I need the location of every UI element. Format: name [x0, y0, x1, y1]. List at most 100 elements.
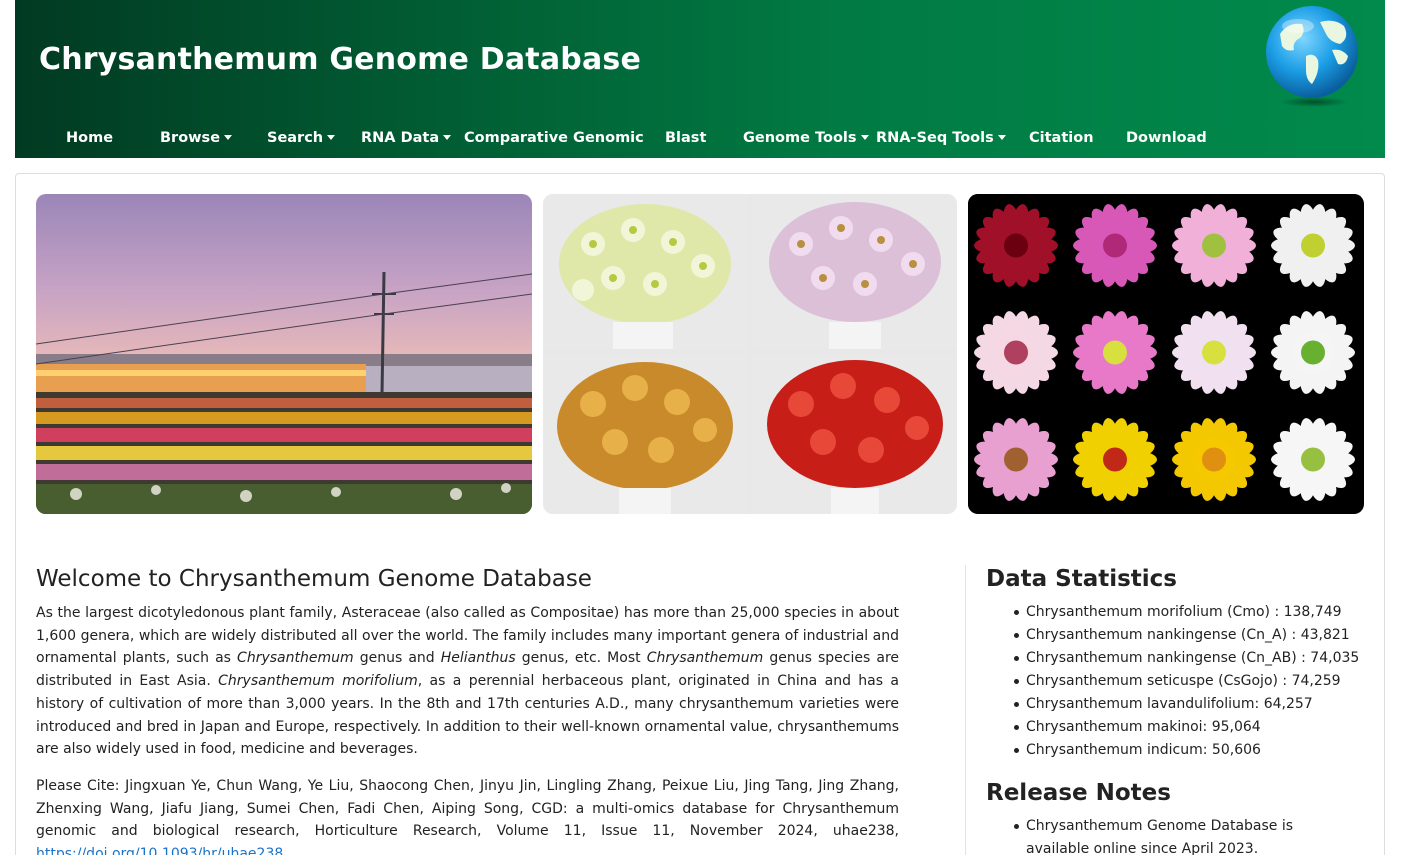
data-statistics-list: Chrysanthemum morifolium (Cmo) : 138,749…	[1012, 601, 1372, 762]
bouquet-graphic	[557, 362, 733, 514]
text-segment-italic: Chrysanthemum	[237, 650, 354, 667]
statistics-item: Chrysanthemum morifolium (Cmo) : 138,749	[1012, 601, 1372, 624]
welcome-paragraph: As the largest dicotyledonous plant fami…	[36, 602, 899, 761]
nav-label: Browse	[160, 130, 221, 146]
nav-browse[interactable]: Browse	[160, 130, 233, 146]
nav-label: Home	[66, 130, 114, 146]
data-statistics-heading: Data Statistics	[986, 566, 1177, 592]
cultivar-photo	[968, 194, 1064, 297]
flower-center	[1004, 340, 1028, 365]
cultivar-photo	[1166, 301, 1262, 404]
flower-bouquets-image	[543, 194, 957, 514]
cultivar-photo	[1265, 194, 1361, 297]
flower-graphic	[1073, 204, 1157, 287]
bouquet-white-yellow	[543, 194, 747, 349]
cultivar-photo	[1067, 194, 1163, 297]
flower-center	[1004, 233, 1028, 258]
flower-graphic	[1271, 418, 1355, 501]
flower-graphic	[974, 418, 1058, 501]
flower-graphic	[1073, 311, 1157, 394]
nav-label: RNA Data	[361, 130, 440, 146]
bouquet-red	[753, 354, 957, 514]
bouquet-graphic	[559, 204, 731, 349]
nav-label: Download	[1126, 130, 1207, 146]
text-segment-italic: Chrysanthemum morifolium	[218, 673, 418, 690]
nav-rna-data[interactable]: RNA Data	[361, 130, 452, 146]
bouquet-graphic	[769, 202, 941, 349]
nav-home[interactable]: Home	[66, 130, 113, 146]
flower-center	[1103, 233, 1127, 258]
statistics-item: Chrysanthemum seticuspe (CsGojo) : 74,25…	[1012, 670, 1372, 693]
release-note-item: Chrysanthemum Genome Database is availab…	[1012, 815, 1352, 855]
bouquet-orange	[543, 354, 747, 514]
flower-graphic	[974, 311, 1058, 394]
nav-label: Blast	[665, 130, 707, 146]
cultivar-photo	[968, 408, 1064, 511]
statistics-item: Chrysanthemum nankingense (Cn_A) : 43,82…	[1012, 624, 1372, 647]
flower-center	[1301, 447, 1325, 472]
cultivar-photo	[1166, 194, 1262, 297]
nav-label: Genome Tools	[743, 130, 857, 146]
flower-graphic	[1172, 311, 1256, 394]
flower-graphic	[1172, 418, 1256, 501]
chrysanthemum-field-image	[36, 194, 532, 514]
flower-graphic	[1271, 311, 1355, 394]
cultivar-photo	[1265, 301, 1361, 404]
cultivar-grid-image	[968, 194, 1364, 514]
nav-rna-seq-tools[interactable]: RNA-Seq Tools	[876, 130, 1006, 146]
bouquet-pink	[753, 194, 957, 349]
cultivar-photo	[1166, 408, 1262, 511]
caret-down-icon	[443, 135, 452, 140]
caret-down-icon	[997, 135, 1006, 140]
cultivar-photo	[1265, 408, 1361, 511]
statistics-item: Chrysanthemum lavandulifolium: 64,257	[1012, 693, 1372, 716]
nav-search[interactable]: Search	[267, 130, 336, 146]
nav-genome-tools[interactable]: Genome Tools	[743, 130, 869, 146]
nav-comparative-genomic[interactable]: Comparative Genomic	[464, 130, 644, 146]
flower-center	[1202, 447, 1226, 472]
nav-label: Citation	[1029, 130, 1094, 146]
caret-down-icon	[327, 135, 336, 140]
nav-download[interactable]: Download	[1126, 130, 1207, 146]
column-divider	[965, 565, 966, 855]
cultivar-photo	[1067, 301, 1163, 404]
citation-text: Please Cite: Jingxuan Ye, Chun Wang, Ye …	[36, 778, 899, 840]
flower-graphic	[1271, 204, 1355, 287]
statistics-item: Chrysanthemum makinoi: 95,064	[1012, 716, 1372, 739]
flower-center	[1301, 233, 1325, 258]
release-notes-list: Chrysanthemum Genome Database is availab…	[1012, 815, 1352, 855]
flower-center	[1202, 233, 1226, 258]
flower-center	[1103, 447, 1127, 472]
field-scene	[36, 271, 532, 514]
statistics-item: Chrysanthemum indicum: 50,606	[1012, 739, 1372, 762]
flower-center	[1004, 447, 1028, 472]
welcome-heading: Welcome to Chrysanthemum Genome Database	[36, 566, 592, 592]
site-header: Chrysanthemum Genome Database Home Brows…	[15, 0, 1385, 158]
nav-label: Comparative Genomic	[464, 130, 644, 146]
release-notes-heading: Release Notes	[986, 780, 1171, 806]
caret-down-icon	[224, 135, 233, 140]
cultivar-photo	[1067, 408, 1163, 511]
globe-icon	[1266, 6, 1358, 107]
text-segment-italic: Helianthus	[440, 650, 516, 667]
nav-citation[interactable]: Citation	[1029, 130, 1094, 146]
text-segment: genus, etc. Most	[515, 650, 647, 667]
flower-graphic	[1073, 418, 1157, 501]
flower-center	[1301, 340, 1325, 365]
citation-paragraph: Please Cite: Jingxuan Ye, Chun Wang, Ye …	[36, 775, 899, 855]
bouquet-graphic	[767, 360, 943, 514]
doi-link[interactable]: https://doi.org/10.1093/hr/uhae238	[36, 846, 283, 855]
text-segment-italic: Chrysanthemum	[646, 650, 764, 667]
caret-down-icon	[860, 135, 869, 140]
statistics-item: Chrysanthemum nankingense (Cn_AB) : 74,0…	[1012, 647, 1372, 670]
flower-center	[1202, 340, 1226, 365]
flower-graphic	[1172, 204, 1256, 287]
flower-center	[1103, 340, 1127, 365]
text-segment: genus and	[353, 650, 441, 667]
main-nav: Home Browse Search RNA Data Comparative …	[15, 118, 1385, 158]
nav-label: RNA-Seq Tools	[876, 130, 994, 146]
nav-blast[interactable]: Blast	[665, 130, 706, 146]
nav-label: Search	[267, 130, 324, 146]
site-title[interactable]: Chrysanthemum Genome Database	[39, 42, 641, 77]
flower-graphic	[974, 204, 1058, 287]
